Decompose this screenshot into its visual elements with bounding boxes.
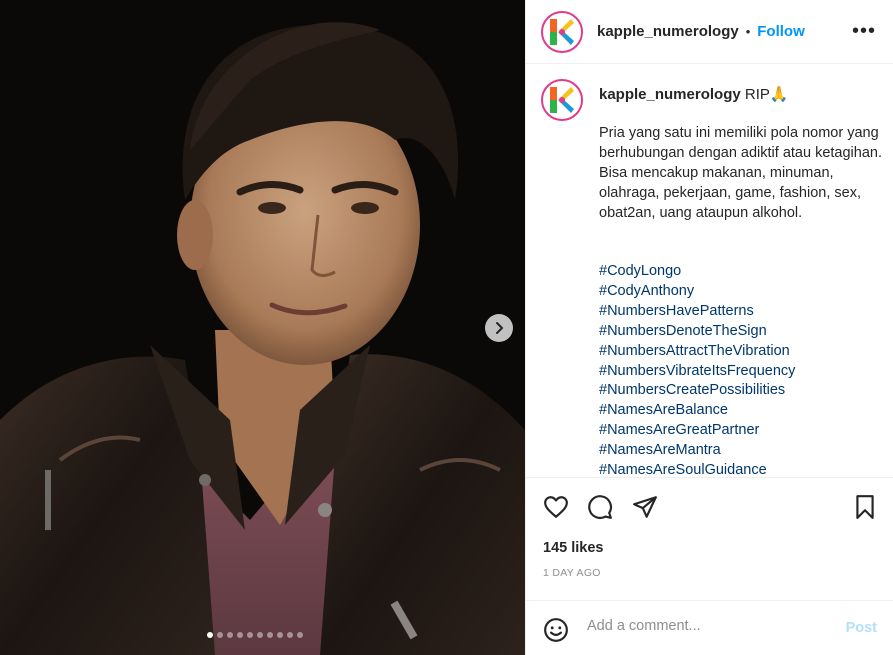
post-header: kapple_numerology • Follow ••• [526,0,893,64]
post-media[interactable] [0,0,525,655]
carousel-dot [217,632,223,638]
kapple-logo-icon [541,10,583,53]
hashtag-link[interactable]: #NumbersHavePatterns [599,302,884,322]
hashtag-link[interactable]: #NamesAreMantra [599,441,884,461]
username-link[interactable]: kapple_numerology [597,23,739,40]
carousel-dot [267,632,273,638]
follow-button[interactable]: Follow [757,23,805,40]
post-photo [0,0,525,655]
like-count[interactable]: 145 likes [543,540,603,556]
carousel-dot [247,632,253,638]
caption-header: kapple_numerology RIP🙏 [599,85,789,103]
carousel-dot [207,632,213,638]
action-section: 145 likes 1 DAY AGO Post [526,477,893,655]
hashtag-link[interactable]: #NamesAreSoulGuidance [599,461,884,477]
hashtag-link[interactable]: #NumbersVibrateItsFrequency [599,362,884,382]
caption-avatar[interactable] [541,79,583,121]
caption-username[interactable]: kapple_numerology [599,86,741,103]
carousel-dot [237,632,243,638]
separator-dot: • [745,24,751,39]
emoji-icon[interactable] [543,617,569,643]
carousel-dot [227,632,233,638]
post-panel: kapple_numerology • Follow ••• kapple_nu… [525,0,893,655]
hashtag-link[interactable]: #NamesAreGreatPartner [599,421,884,441]
next-slide-button[interactable] [485,314,513,342]
hashtag-link[interactable]: #CodyLongo [599,262,884,282]
more-options-icon[interactable]: ••• [852,20,876,43]
post-timestamp[interactable]: 1 DAY AGO [543,567,601,579]
hashtag-link[interactable]: #NumbersAttractTheVibration [599,342,884,362]
bookmark-icon[interactable] [852,494,878,520]
hashtag-link[interactable]: #NumbersDenoteTheSign [599,322,884,342]
avatar[interactable] [541,10,583,53]
comment-input[interactable] [587,618,827,634]
carousel-dot [297,632,303,638]
caption-section: kapple_numerology RIP🙏 Pria yang satu in… [526,65,893,477]
caption-body: Pria yang satu ini memiliki pola nomor y… [599,125,882,221]
comment-icon[interactable] [587,494,613,520]
chevron-right-icon [496,322,503,334]
hashtag-link[interactable]: #NamesAreBalance [599,401,884,421]
hashtag-link[interactable]: #NumbersCreatePossibilities [599,381,884,401]
caption-headline: RIP🙏 [744,86,789,103]
carousel-dot [277,632,283,638]
hashtag-link[interactable]: #CodyAnthony [599,282,884,302]
carousel-dot [287,632,293,638]
hashtag-list: #CodyLongo #CodyAnthony #NumbersHavePatt… [599,262,884,477]
heart-icon[interactable] [543,494,569,520]
carousel-dot [257,632,263,638]
share-icon[interactable] [632,494,658,520]
post-comment-button[interactable]: Post [846,620,877,636]
carousel-indicator [207,632,303,638]
comment-bar: Post [526,600,893,655]
kapple-logo-icon [541,79,583,121]
